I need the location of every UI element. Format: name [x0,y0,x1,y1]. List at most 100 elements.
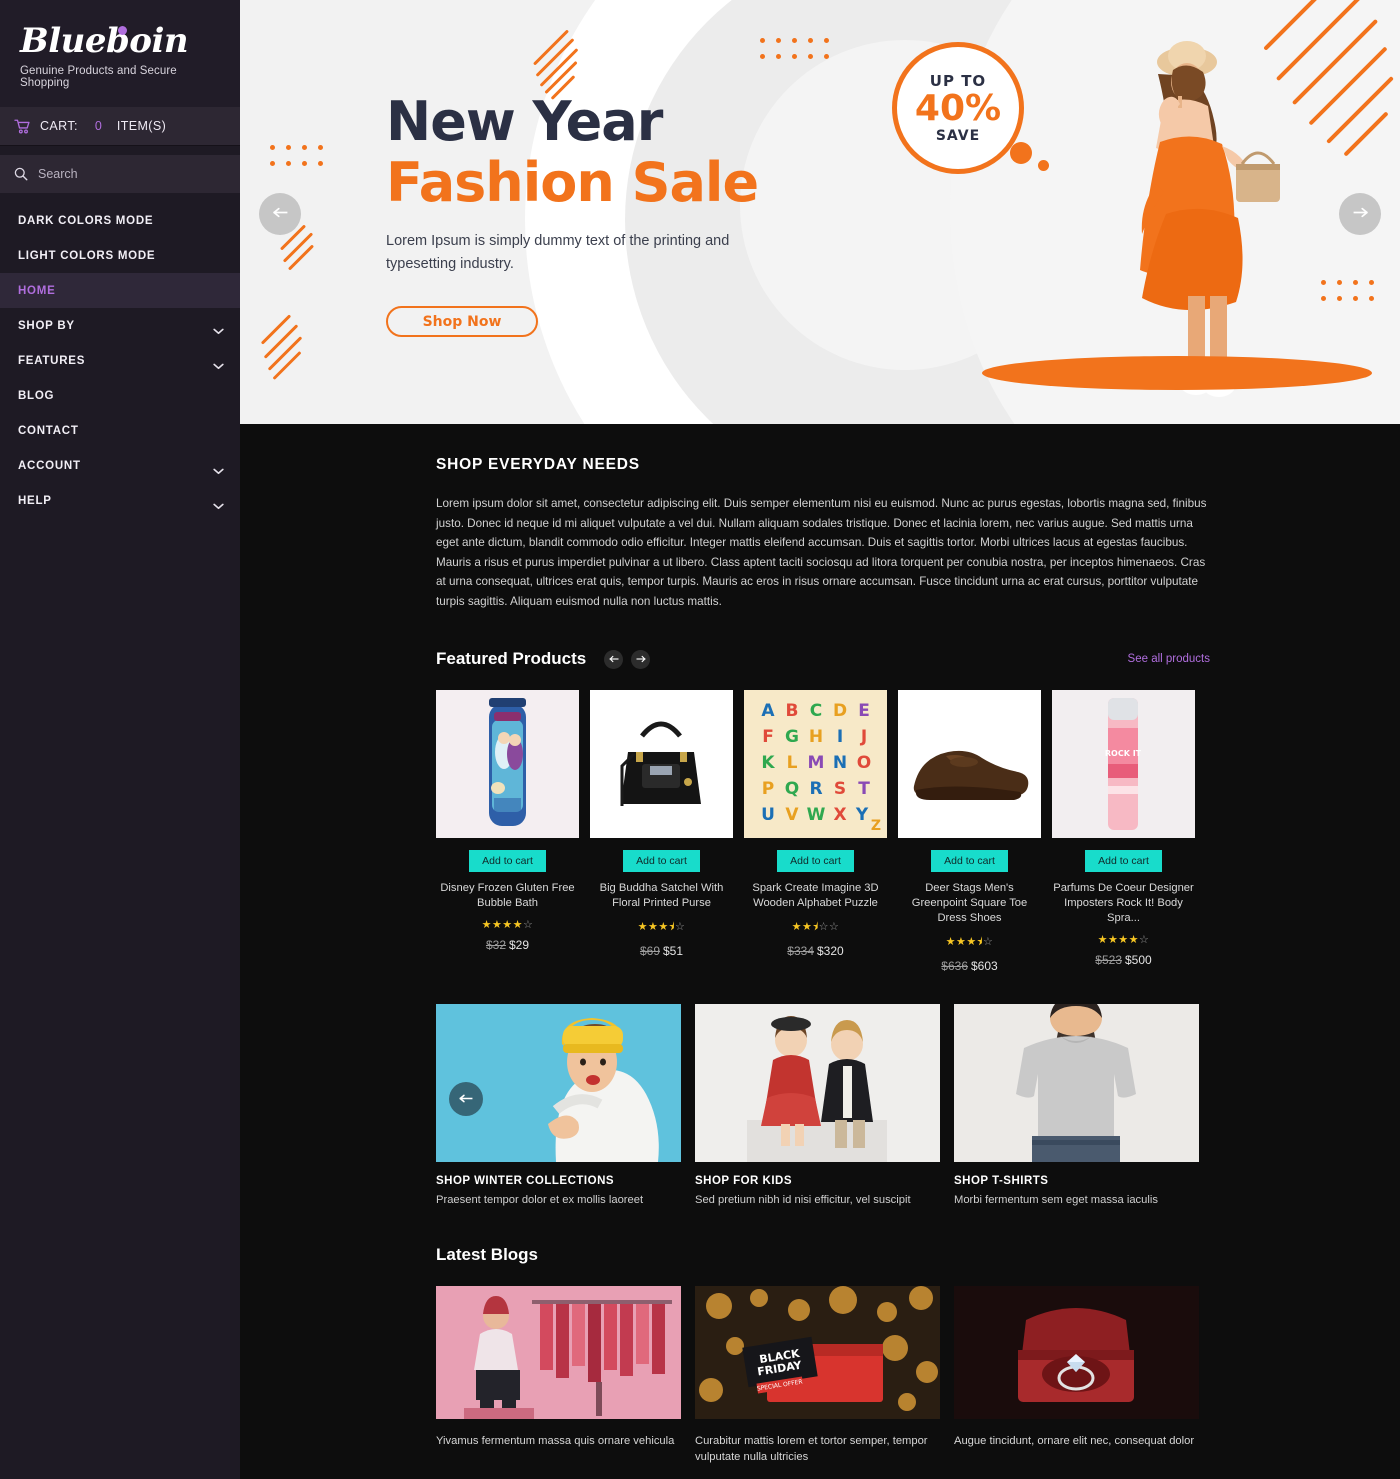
category-card-tshirts[interactable]: SHOP T-SHIRTS Morbi fermentum sem eget m… [954,996,1199,1206]
product-old-price: $523 [1095,953,1122,967]
arrow-right-icon [1351,205,1370,223]
category-card-kids[interactable]: SHOP FOR KIDS Sed pretium nibh id nisi e… [695,1004,940,1206]
category-prev-button[interactable] [449,1082,483,1116]
blog-card[interactable]: Augue tincidunt, ornare elit nec, conseq… [954,1286,1199,1465]
category-subtitle: Morbi fermentum sem eget massa iaculis [954,1194,1158,1206]
svg-text:J: J [860,727,867,747]
sidebar-item-features[interactable]: FEATURES [0,343,240,378]
product-card[interactable]: Add to cart Deer Stags Men's Greenpoint … [898,690,1041,973]
sidebar-item-label: LIGHT COLORS MODE [18,249,156,262]
search-input[interactable] [38,167,226,181]
featured-next-button[interactable] [631,649,651,669]
svg-text:G: G [785,727,799,747]
cart-icon [14,119,31,134]
hero-decor-stripes [276,224,336,274]
product-rating: ★★★⯨☆ [945,936,994,948]
featured-prev-button[interactable] [604,649,624,669]
product-image-alphabet-puzzle: ABCDE FGHIJ KLMNO PQRST UVWXY Z [744,690,887,838]
arrow-left-icon [608,650,620,668]
product-old-price: $32 [485,938,506,952]
sidebar-item-dark-colors-mode[interactable]: DARK COLORS MODE [0,203,240,238]
product-price: $334 $320 [744,944,887,958]
see-all-products-link[interactable]: See all products [1128,653,1210,665]
svg-text:S: S [834,779,846,799]
discount-badge: UP TO 40% SAVE [892,42,1024,174]
sidebar-item-blog[interactable]: BLOG [0,378,240,413]
product-card[interactable]: ROCK IT Add to cart Parfums De Coeur Des… [1052,690,1195,973]
chevron-down-icon [213,462,224,475]
add-to-cart-button[interactable]: Add to cart [469,850,546,872]
hero-title-line2: Fashion Sale [386,151,759,214]
product-new-price: $603 [971,959,998,973]
badge-percent: 40% [914,88,1002,129]
sidebar-item-account[interactable]: ACCOUNT [0,448,240,483]
product-image-pink-body-spray: ROCK IT [1052,690,1195,838]
brand-name: Blueboin [20,21,189,61]
featured-products-list: Add to cart Disney Frozen Gluten Free Bu… [436,690,1210,973]
featured-carousel-controls [604,649,651,669]
sidebar-item-home[interactable]: HOME [0,273,240,308]
shop-now-button[interactable]: Shop Now [386,306,538,337]
sidebar-item-shop-by[interactable]: SHOP BY [0,308,240,343]
product-price: $523 $500 [1052,953,1195,967]
product-new-price: $51 [663,944,684,958]
blog-caption: Augue tincidunt, ornare elit nec, conseq… [954,1435,1195,1447]
add-to-cart-button[interactable]: Add to cart [777,850,854,872]
hero-decor-stripes [254,314,324,388]
hero-platform-ellipse [982,356,1372,390]
sidebar-item-label: ACCOUNT [18,459,81,472]
svg-text:W: W [807,805,826,825]
category-banner-list: SHOP WINTER COLLECTIONS Praesent tempor … [436,996,1210,1206]
product-name: Deer Stags Men's Greenpoint Square Toe D… [911,882,1028,924]
cart-bar[interactable]: CART: 0 ITEM(S) [0,107,240,146]
search-bar[interactable] [0,155,240,193]
category-subtitle: Praesent tempor dolor et ex mollis laore… [436,1194,644,1206]
hero-copy: New Year Fashion Sale Lorem Ipsum is sim… [386,92,886,337]
svg-text:D: D [833,701,847,721]
badge-decor-dot [1038,160,1049,171]
sidebar-nav: DARK COLORS MODE LIGHT COLORS MODE HOME … [0,203,240,518]
arrow-left-icon [271,205,290,223]
featured-header: Featured Products See all products [436,649,1210,669]
add-to-cart-button[interactable]: Add to cart [1085,850,1162,872]
hero-prev-button[interactable] [259,193,301,235]
svg-text:Y: Y [855,805,869,825]
category-card-winter[interactable]: SHOP WINTER COLLECTIONS Praesent tempor … [436,1004,681,1206]
product-name: Disney Frozen Gluten Free Bubble Bath [440,882,575,909]
badge-bottom-text: SAVE [935,128,981,144]
svg-text:H: H [809,727,823,747]
product-rating: ★★⯨☆☆ [791,921,840,933]
product-card[interactable]: Add to cart Big Buddha Satchel With Flor… [590,690,733,973]
category-image-two-kids-dressed-up [695,1004,940,1162]
blog-list: Yivamus fermentum massa quis ornare vehi… [436,1286,1210,1465]
product-new-price: $320 [817,944,844,958]
add-to-cart-button[interactable]: Add to cart [931,850,1008,872]
sidebar-item-contact[interactable]: CONTACT [0,413,240,448]
svg-text:Q: Q [785,779,799,799]
svg-text:P: P [762,779,774,799]
page-title: SHOP EVERYDAY NEEDS [436,456,640,473]
product-card[interactable]: Add to cart Disney Frozen Gluten Free Bu… [436,690,579,973]
main-content: New Year Fashion Sale Lorem Ipsum is sim… [240,0,1400,1479]
add-to-cart-button[interactable]: Add to cart [623,850,700,872]
product-image-frozen-bubble-bath [436,690,579,838]
brand-dot-icon [118,26,127,35]
sidebar-item-label: FEATURES [18,354,86,367]
sidebar-item-light-colors-mode[interactable]: LIGHT COLORS MODE [0,238,240,273]
blog-card[interactable]: Yivamus fermentum massa quis ornare vehi… [436,1286,681,1465]
category-image-man-grey-tshirt [954,996,1199,1162]
blog-caption: Yivamus fermentum massa quis ornare vehi… [436,1435,675,1447]
svg-text:U: U [761,805,775,825]
sidebar-item-label: DARK COLORS MODE [18,214,154,227]
blog-card[interactable]: BLACK FRIDAY SPECIAL OFFER Curabitur mat… [695,1286,940,1465]
product-price: $32 $29 [436,938,579,952]
sidebar-item-help[interactable]: HELP [0,483,240,518]
page-root: Blueboin Genuine Products and Secure Sho… [0,0,1400,1479]
category-title: SHOP WINTER COLLECTIONS [436,1175,615,1187]
product-card[interactable]: ABCDE FGHIJ KLMNO PQRST UVWXY Z Add to c… [744,690,887,973]
brand-block[interactable]: Blueboin Genuine Products and Secure Sho… [0,0,240,107]
svg-text:R: R [809,779,822,799]
sidebar-item-label: HOME [18,284,56,297]
hero-next-button[interactable] [1339,193,1381,235]
hero-title-line1: New Year [386,90,663,153]
